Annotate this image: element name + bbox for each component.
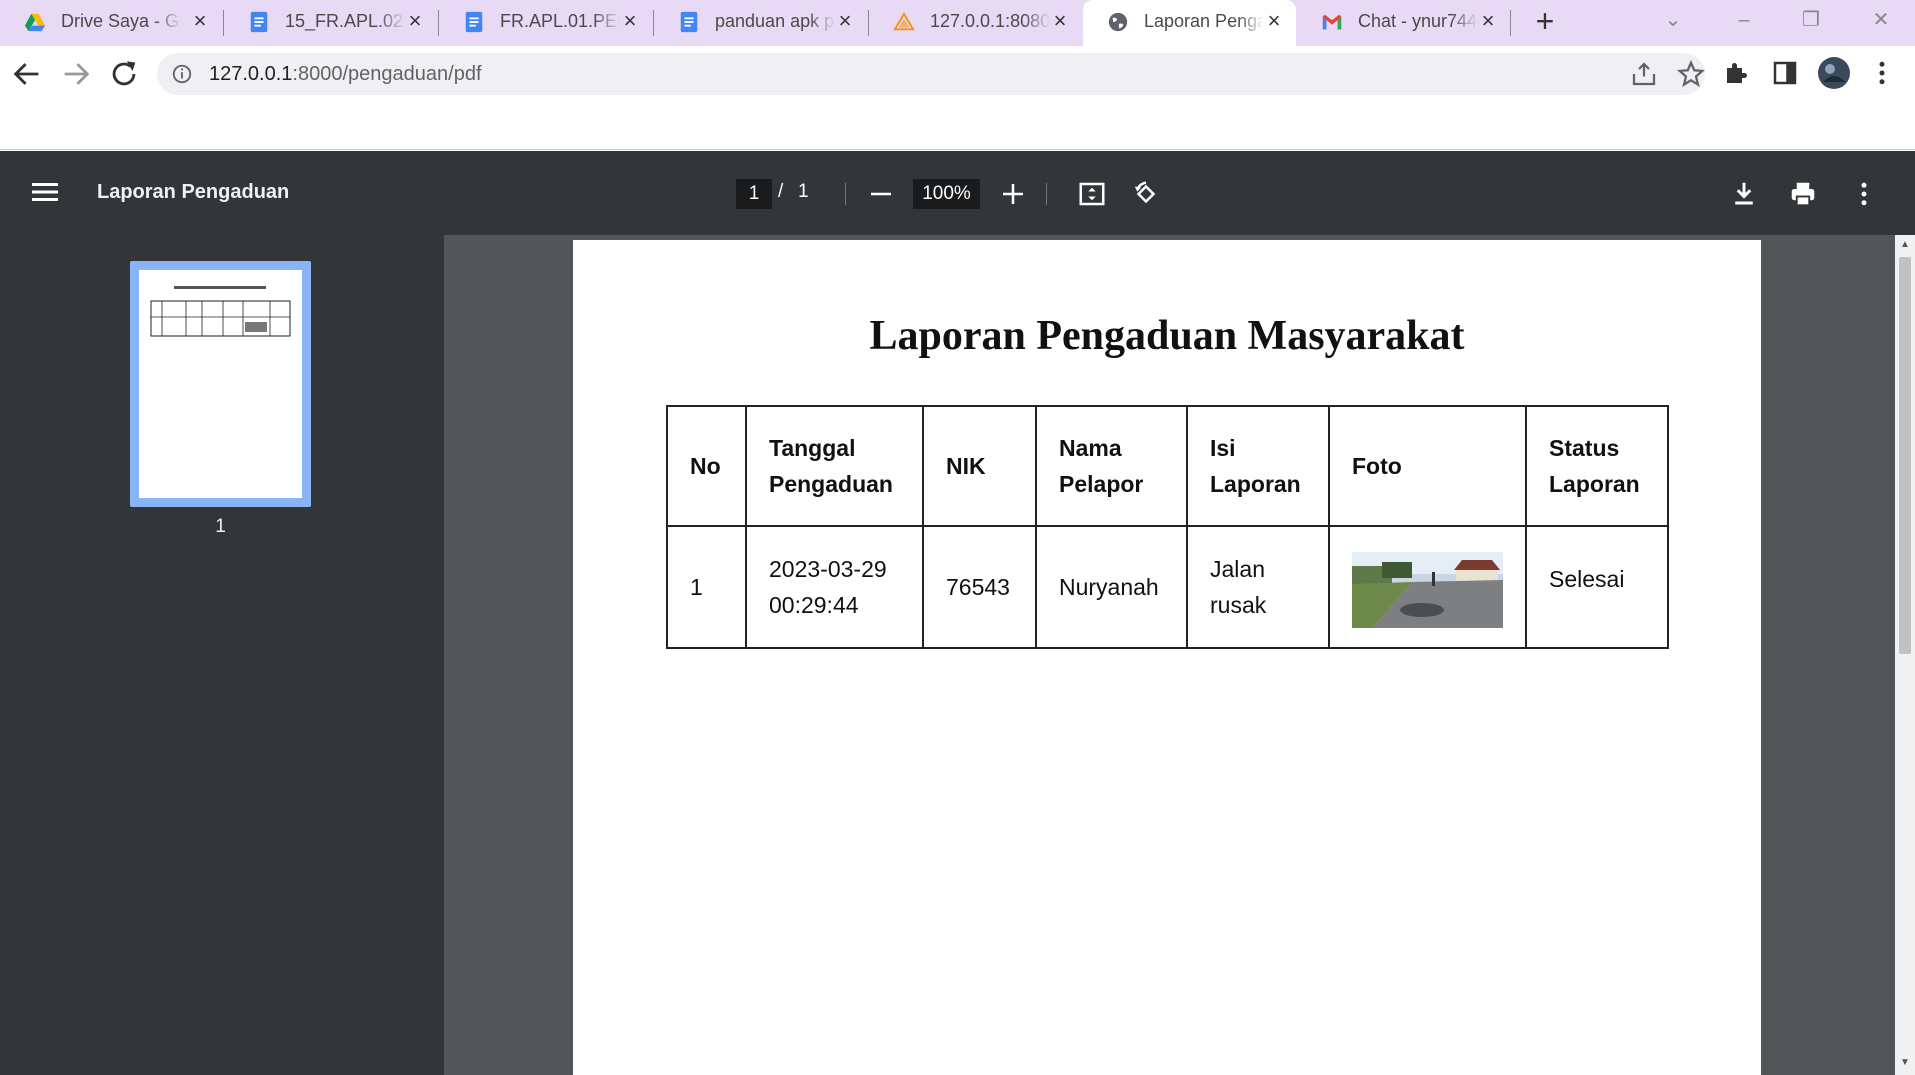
thumbnail-sidebar: 1	[0, 235, 444, 1075]
tanggal-time: 00:29:44	[769, 592, 859, 618]
pdf-page: Laporan Pengaduan Masyarakat No Tanggal …	[573, 240, 1761, 1075]
globe-icon	[1108, 12, 1128, 32]
table-header-row: No Tanggal Pengaduan NIK Nama Pelapor Is…	[666, 405, 1669, 527]
tanggal-date: 2023-03-29	[769, 556, 887, 582]
zoom-out-icon[interactable]	[866, 179, 896, 209]
thumbnail-content	[150, 286, 291, 337]
tab-title: 127.0.0.1:8080	[930, 11, 1050, 31]
toolbar-divider	[1046, 183, 1047, 205]
more-actions-icon[interactable]	[1849, 179, 1879, 209]
tab-gmail-chat[interactable]: Chat - ynur744 ×	[1297, 0, 1510, 44]
thumbnail-page-preview	[139, 270, 302, 498]
tab-title: Chat - ynur744	[1358, 11, 1478, 31]
column-header: Nama Pelapor	[1035, 405, 1188, 527]
column-header: Isi Laporan	[1186, 405, 1330, 527]
tab-strip: Drive Saya - Google Drive × 15_FR.APL.02…	[0, 0, 1915, 46]
side-panel-icon[interactable]	[1770, 58, 1800, 88]
column-header: No	[666, 405, 747, 527]
back-arrow-icon[interactable]	[10, 57, 44, 91]
tab-panduan[interactable]: panduan apk pengaduan ×	[654, 0, 867, 44]
pdf-toolbar: Laporan Pengaduan 1 / 1 100%	[0, 151, 1915, 235]
rotate-icon[interactable]	[1131, 179, 1161, 209]
vertical-scrollbar[interactable]: ▲ ▼	[1895, 235, 1915, 1075]
zoom-level-input[interactable]: 100%	[913, 179, 980, 209]
restore-button[interactable]: ❐	[1791, 4, 1831, 36]
url-path: :8000/pengaduan/pdf	[292, 63, 482, 85]
table-row: 1 2023-03-29 00:29:44 76543 Nuryanah Jala…	[666, 525, 1669, 649]
bookmark-star-icon[interactable]	[1676, 59, 1706, 89]
cell-nik: 76543	[922, 525, 1037, 649]
tab-drive[interactable]: Drive Saya - Google Drive ×	[0, 0, 222, 44]
fit-to-page-icon[interactable]	[1077, 179, 1107, 209]
tab-fr-apl-01[interactable]: FR.APL.01.PERMOHONAN ×	[439, 0, 652, 44]
close-icon[interactable]: ×	[1050, 10, 1070, 32]
tab-localhost-8080[interactable]: 127.0.0.1:8080 ×	[869, 0, 1082, 44]
complaint-photo	[1352, 552, 1503, 628]
page-count: 1	[798, 181, 809, 202]
minimize-button[interactable]: –	[1724, 4, 1764, 36]
cell-tanggal: 2023-03-29 00:29:44	[745, 525, 924, 649]
url-text: 127.0.0.1:8000/pengaduan/pdf	[209, 63, 482, 86]
address-bar[interactable]: 127.0.0.1:8000/pengaduan/pdf	[157, 53, 1705, 95]
cell-isi: Jalan rusak	[1186, 525, 1330, 649]
column-header: Status Laporan	[1525, 405, 1669, 527]
close-icon[interactable]: ×	[620, 10, 640, 32]
page-separator: /	[778, 181, 784, 202]
reload-icon[interactable]	[107, 57, 141, 91]
report-table: No Tanggal Pengaduan NIK Nama Pelapor Is…	[666, 405, 1669, 649]
zoom-in-icon[interactable]	[998, 179, 1028, 209]
document-heading: Laporan Pengaduan Masyarakat	[869, 313, 1465, 359]
close-window-button[interactable]: ✕	[1861, 4, 1901, 36]
pdf-document-title: Laporan Pengaduan	[97, 181, 290, 203]
browser-menu-icon[interactable]	[1867, 58, 1897, 88]
gmail-icon	[1322, 14, 1342, 30]
google-docs-icon	[680, 11, 698, 33]
download-icon[interactable]	[1729, 179, 1759, 209]
scroll-down-arrow-icon[interactable]: ▼	[1899, 1057, 1911, 1069]
cell-status: Selesai	[1525, 525, 1669, 649]
google-docs-icon	[465, 11, 483, 33]
column-header: NIK	[922, 405, 1037, 527]
close-icon[interactable]: ×	[835, 10, 855, 32]
avatar[interactable]	[1817, 56, 1851, 90]
site-info-icon[interactable]	[171, 63, 193, 85]
page-thumbnail[interactable]	[130, 261, 311, 507]
page-top-area	[0, 102, 1915, 150]
close-icon[interactable]: ×	[1478, 10, 1498, 32]
google-docs-icon	[250, 11, 268, 33]
print-icon[interactable]	[1788, 179, 1818, 209]
tab-title: FR.APL.01.PERMOHONAN	[500, 11, 620, 31]
browser-toolbar: 127.0.0.1:8000/pengaduan/pdf	[0, 46, 1915, 102]
google-drive-icon	[24, 13, 46, 32]
tab-fr-apl-02[interactable]: 15_FR.APL.02 ASESMEN ×	[224, 0, 437, 44]
cell-nama: Nuryanah	[1035, 525, 1188, 649]
tab-title: 15_FR.APL.02 ASESMEN	[285, 11, 405, 31]
hamburger-menu-icon[interactable]	[32, 181, 58, 203]
extensions-puzzle-icon[interactable]	[1722, 58, 1752, 88]
column-header: Tanggal Pengaduan	[745, 405, 924, 527]
url-host: 127.0.0.1	[209, 63, 293, 85]
new-tab-button[interactable]: +	[1529, 5, 1561, 38]
tab-title: Laporan Pengaduan	[1144, 11, 1264, 31]
thumbnail-page-number: 1	[215, 516, 226, 537]
close-icon[interactable]: ×	[1264, 10, 1284, 32]
cell-no: 1	[666, 525, 747, 649]
tab-separator	[1510, 10, 1511, 36]
tab-title: Drive Saya - Google Drive	[61, 11, 181, 31]
scrollbar-thumb[interactable]	[1899, 257, 1911, 654]
pdf-canvas-area: Laporan Pengaduan Masyarakat No Tanggal …	[444, 235, 1895, 1075]
tab-title: panduan apk pengaduan	[715, 11, 835, 31]
scroll-up-arrow-icon[interactable]: ▲	[1899, 239, 1911, 251]
tab-search-button[interactable]: ⌄	[1653, 4, 1693, 36]
pma-icon	[893, 11, 915, 31]
share-icon[interactable]	[1629, 59, 1659, 89]
toolbar-divider	[845, 183, 846, 205]
close-icon[interactable]: ×	[405, 10, 425, 32]
cell-foto	[1328, 525, 1527, 649]
forward-arrow-icon[interactable]	[59, 57, 93, 91]
column-header: Foto	[1328, 405, 1527, 527]
page-number-input[interactable]: 1	[736, 179, 772, 209]
tab-laporan-pengaduan[interactable]: Laporan Pengaduan ×	[1083, 0, 1296, 46]
close-icon[interactable]: ×	[190, 10, 210, 32]
